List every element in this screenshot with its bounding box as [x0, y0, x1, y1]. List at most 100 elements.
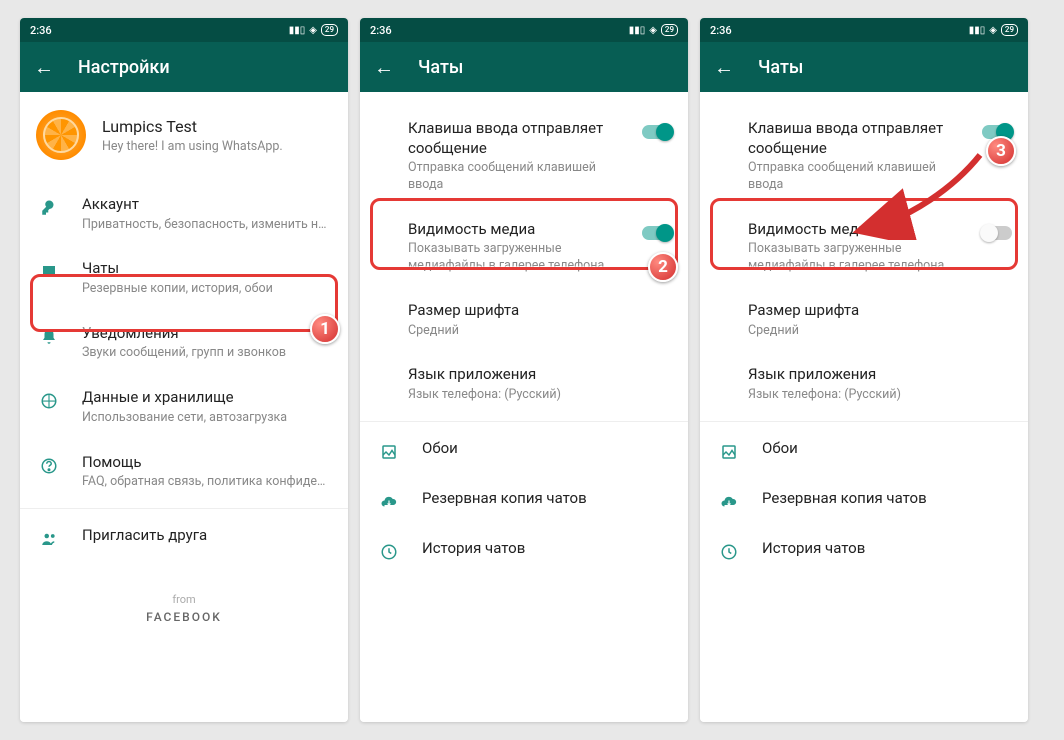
- setting-sub: Показывать загруженные медиафайлы в гале…: [408, 241, 620, 275]
- profile-row[interactable]: Lumpics Test Hey there! I am using Whats…: [20, 92, 348, 182]
- setting-label: Язык приложения: [408, 365, 672, 385]
- setting-app-language[interactable]: Язык приложения Язык телефона: (Русский): [700, 352, 1028, 416]
- item-label: Чаты: [82, 259, 332, 279]
- item-sub: FAQ, обратная связь, политика конфиденци…: [82, 474, 332, 491]
- back-button[interactable]: ←: [714, 55, 734, 80]
- divider: [360, 421, 688, 422]
- profile-name: Lumpics Test: [102, 117, 283, 136]
- action-history[interactable]: История чатов: [700, 526, 1028, 576]
- action-wallpaper[interactable]: Обои: [700, 426, 1028, 476]
- toggle-media-visibility[interactable]: [982, 226, 1012, 240]
- setting-media-visibility[interactable]: Видимость медиа Показывать загруженные м…: [700, 207, 1028, 288]
- footer-from: from: [20, 593, 348, 606]
- battery-icon: 29: [321, 24, 338, 36]
- action-label: Резервная копия чатов: [762, 489, 1012, 509]
- invite-icon: [38, 528, 60, 550]
- action-label: Обои: [762, 439, 1012, 459]
- toggle-enter-send[interactable]: [642, 125, 672, 139]
- toggle-enter-send[interactable]: [982, 125, 1012, 139]
- battery-icon: 29: [661, 24, 678, 36]
- toggle-media-visibility[interactable]: [642, 226, 672, 240]
- profile-status: Hey there! I am using WhatsApp.: [102, 139, 283, 154]
- chat-icon: [38, 261, 60, 283]
- setting-label: Размер шрифта: [748, 301, 1012, 321]
- setting-enter-send[interactable]: Клавиша ввода отправляет сообщение Отпра…: [700, 106, 1028, 207]
- app-bar: ← Чаты: [700, 42, 1028, 92]
- setting-label: Клавиша ввода отправляет сообщение: [408, 119, 620, 158]
- bell-icon: [38, 326, 60, 348]
- status-bar: 2:36 ▮▮▯ ◈ 29: [360, 18, 688, 42]
- setting-sub: Отправка сообщений клавишей ввода: [408, 160, 620, 194]
- settings-item-account[interactable]: Аккаунт Приватность, безопасность, измен…: [20, 182, 348, 246]
- settings-item-data[interactable]: Данные и хранилище Использование сети, а…: [20, 375, 348, 439]
- item-label: Данные и хранилище: [82, 388, 332, 408]
- status-time: 2:36: [370, 24, 392, 37]
- wallpaper-icon: [718, 441, 740, 463]
- history-icon: [378, 541, 400, 563]
- appbar-title: Настройки: [78, 57, 170, 78]
- action-label: Обои: [422, 439, 672, 459]
- status-time: 2:36: [710, 24, 732, 37]
- setting-sub: Отправка сообщений клавишей ввода: [748, 160, 960, 194]
- item-sub: Звуки сообщений, групп и звонков: [82, 345, 332, 362]
- setting-label: Клавиша ввода отправляет сообщение: [748, 119, 960, 158]
- item-label: Помощь: [82, 453, 332, 473]
- setting-label: Язык приложения: [748, 365, 1012, 385]
- history-icon: [718, 541, 740, 563]
- settings-item-invite[interactable]: Пригласить друга: [20, 513, 348, 563]
- back-button[interactable]: ←: [34, 55, 54, 80]
- wallpaper-icon: [378, 441, 400, 463]
- setting-sub: Язык телефона: (Русский): [748, 387, 1012, 404]
- item-sub: Резервные копии, история, обои: [82, 281, 332, 298]
- wifi-icon: ◈: [989, 25, 997, 36]
- action-label: История чатов: [422, 539, 672, 559]
- setting-label: Видимость медиа: [408, 220, 620, 240]
- setting-font-size[interactable]: Размер шрифта Средний: [700, 288, 1028, 352]
- settings-item-chats[interactable]: Чаты Резервные копии, история, обои: [20, 246, 348, 310]
- setting-app-language[interactable]: Язык приложения Язык телефона: (Русский): [360, 352, 688, 416]
- setting-font-size[interactable]: Размер шрифта Средний: [360, 288, 688, 352]
- item-label: Уведомления: [82, 324, 332, 344]
- item-sub: Использование сети, автозагрузка: [82, 410, 332, 427]
- action-backup[interactable]: Резервная копия чатов: [700, 476, 1028, 526]
- appbar-title: Чаты: [418, 57, 463, 78]
- key-icon: [38, 197, 60, 219]
- footer-brand: FACEBOOK: [20, 610, 348, 624]
- divider: [20, 508, 348, 509]
- item-sub: Приватность, безопасность, изменить номе…: [82, 217, 332, 234]
- setting-sub: Средний: [408, 323, 672, 340]
- action-wallpaper[interactable]: Обои: [360, 426, 688, 476]
- item-label: Пригласить друга: [82, 526, 332, 546]
- settings-item-help[interactable]: Помощь FAQ, обратная связь, политика кон…: [20, 440, 348, 504]
- avatar[interactable]: [36, 110, 86, 160]
- phone-1: 2:36 ▮▮▯ ◈ 29 ← Настройки Lumpics Test H…: [20, 18, 348, 722]
- appbar-title: Чаты: [758, 57, 803, 78]
- status-right: ▮▮▯ ◈ 29: [969, 24, 1018, 36]
- action-backup[interactable]: Резервная копия чатов: [360, 476, 688, 526]
- content: Клавиша ввода отправляет сообщение Отпра…: [360, 92, 688, 722]
- signal-icon: ▮▮▯: [289, 25, 306, 36]
- content: Lumpics Test Hey there! I am using Whats…: [20, 92, 348, 722]
- cloud-icon: [378, 491, 400, 513]
- help-icon: [38, 455, 60, 477]
- settings-item-notifications[interactable]: Уведомления Звуки сообщений, групп и зво…: [20, 311, 348, 375]
- phone-3: 2:36 ▮▮▯ ◈ 29 ← Чаты Клавиша ввода отпра…: [700, 18, 1028, 722]
- cloud-icon: [718, 491, 740, 513]
- data-icon: [38, 390, 60, 412]
- back-button[interactable]: ←: [374, 55, 394, 80]
- wifi-icon: ◈: [309, 25, 317, 36]
- setting-label: Размер шрифта: [408, 301, 672, 321]
- setting-media-visibility[interactable]: Видимость медиа Показывать загруженные м…: [360, 207, 688, 288]
- status-right: ▮▮▯ ◈ 29: [289, 24, 338, 36]
- status-time: 2:36: [30, 24, 52, 37]
- action-history[interactable]: История чатов: [360, 526, 688, 576]
- phone-2: 2:36 ▮▮▯ ◈ 29 ← Чаты Клавиша ввода отпра…: [360, 18, 688, 722]
- app-bar: ← Настройки: [20, 42, 348, 92]
- item-label: Аккаунт: [82, 195, 332, 215]
- setting-sub: Средний: [748, 323, 1012, 340]
- signal-icon: ▮▮▯: [629, 25, 646, 36]
- setting-sub: Показывать загруженные медиафайлы в гале…: [748, 241, 960, 275]
- setting-enter-send[interactable]: Клавиша ввода отправляет сообщение Отпра…: [360, 106, 688, 207]
- app-bar: ← Чаты: [360, 42, 688, 92]
- divider: [700, 421, 1028, 422]
